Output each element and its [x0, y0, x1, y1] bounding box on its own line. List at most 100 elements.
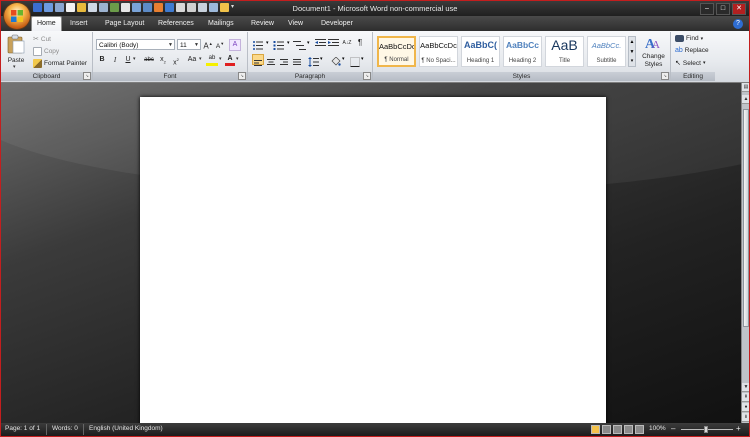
- scroll-down-arrow[interactable]: ▼: [742, 383, 749, 392]
- decrease-indent-button[interactable]: [314, 38, 326, 48]
- customize-qat-icon[interactable]: ▾: [231, 3, 240, 12]
- scroll-thumb[interactable]: [743, 109, 749, 327]
- underline-button[interactable]: U: [123, 55, 133, 65]
- vertical-scrollbar[interactable]: ▤ ▲ ▼ ⇞ ● ⇟: [741, 83, 749, 423]
- browse-object-icon[interactable]: ●: [742, 403, 749, 412]
- print-preview-icon[interactable]: [88, 3, 97, 12]
- tab-review[interactable]: Review: [251, 17, 274, 31]
- sort-button[interactable]: A↓Z: [341, 38, 353, 48]
- tab-developer[interactable]: Developer: [321, 17, 353, 31]
- open-folder-icon[interactable]: [77, 3, 86, 12]
- text-highlight-button[interactable]: ab: [206, 54, 218, 66]
- replace-button[interactable]: ab Replace: [675, 47, 709, 54]
- borders-dropdown-icon[interactable]: ▾: [361, 56, 364, 62]
- styles-more-icon[interactable]: ▾: [629, 57, 635, 66]
- italic-button[interactable]: I: [110, 55, 120, 65]
- wordart-icon[interactable]: [165, 3, 174, 12]
- clear-formatting-button[interactable]: A: [229, 39, 241, 51]
- table-icon[interactable]: [132, 3, 141, 12]
- picture-icon[interactable]: [143, 3, 152, 12]
- tab-page-layout[interactable]: Page Layout: [105, 17, 144, 31]
- zoom-level[interactable]: 100%: [649, 425, 666, 432]
- copy-button[interactable]: Copy: [33, 47, 59, 56]
- bold-button[interactable]: B: [97, 55, 107, 65]
- change-case-button[interactable]: Aa: [185, 55, 199, 65]
- word-count[interactable]: Words: 0: [52, 425, 78, 432]
- zoom-out-button[interactable]: –: [671, 424, 675, 433]
- cut-button[interactable]: ✂ Cut: [33, 35, 51, 44]
- show-hide-button[interactable]: ¶: [355, 38, 365, 48]
- office-button[interactable]: [4, 3, 30, 29]
- quick-print-icon[interactable]: [99, 3, 108, 12]
- scroll-up-arrow[interactable]: ▲: [742, 95, 749, 104]
- multilevel-dropdown-icon[interactable]: ▾: [307, 40, 310, 46]
- style-heading-2[interactable]: AaBbCc Heading 2: [503, 36, 542, 67]
- language-indicator[interactable]: English (United Kingdom): [89, 425, 163, 432]
- spelling-icon[interactable]: [110, 3, 119, 12]
- format-painter-button[interactable]: Format Painter: [33, 59, 87, 68]
- next-page-icon[interactable]: ⇟: [742, 413, 749, 422]
- shading-dropdown-icon[interactable]: ▾: [342, 56, 345, 62]
- ruler-toggle-icon[interactable]: ▤: [742, 83, 749, 92]
- style-normal[interactable]: AaBbCcDc ¶ Normal: [377, 36, 416, 67]
- redo-icon[interactable]: [55, 3, 64, 12]
- shading-button[interactable]: [330, 54, 342, 66]
- move-icon[interactable]: [198, 3, 207, 12]
- shrink-font-button[interactable]: A▼: [215, 39, 225, 50]
- increase-indent-button[interactable]: [327, 38, 339, 48]
- styles-scroll-down-icon[interactable]: ▼: [629, 47, 635, 57]
- pilcrow-icon[interactable]: [187, 3, 196, 12]
- minimize-button[interactable]: –: [700, 3, 714, 15]
- zoom-slider-thumb[interactable]: [704, 426, 708, 433]
- document-page[interactable]: [140, 97, 606, 423]
- new-document-icon[interactable]: [66, 3, 75, 12]
- borders-button[interactable]: [350, 54, 361, 67]
- numbering-dropdown-icon[interactable]: ▾: [287, 40, 290, 46]
- align-left-button[interactable]: [252, 54, 264, 66]
- outline-view-icon[interactable]: [624, 425, 633, 434]
- tab-view[interactable]: View: [288, 17, 303, 31]
- maximize-button[interactable]: □: [716, 3, 730, 15]
- style-title[interactable]: AaB Title: [545, 36, 584, 67]
- styles-dialog-launcher[interactable]: ↘: [661, 72, 669, 80]
- style-no-spacing[interactable]: AaBbCcDc ¶ No Spaci...: [419, 36, 458, 67]
- shapes-icon[interactable]: [154, 3, 163, 12]
- align-right-button[interactable]: [279, 54, 291, 65]
- font-name-combo[interactable]: Calibri (Body) ▼: [96, 39, 175, 50]
- font-color-button[interactable]: A: [225, 54, 235, 66]
- zoom-in-button[interactable]: +: [736, 424, 741, 433]
- style-subtitle[interactable]: AaBbCc. Subtitle: [587, 36, 626, 67]
- change-styles-button[interactable]: A A Change Styles: [639, 34, 668, 72]
- justify-button[interactable]: [292, 54, 304, 65]
- bullets-button[interactable]: [252, 38, 266, 50]
- change-case-dropdown-icon[interactable]: ▾: [199, 56, 202, 62]
- tab-mailings[interactable]: Mailings: [208, 17, 234, 31]
- strikethrough-button[interactable]: abc: [142, 55, 156, 65]
- close-button[interactable]: ✕: [732, 3, 746, 15]
- previous-page-icon[interactable]: ⇞: [742, 393, 749, 402]
- line-spacing-button[interactable]: [308, 54, 320, 67]
- full-screen-reading-icon[interactable]: [602, 425, 611, 434]
- web-layout-icon[interactable]: [613, 425, 622, 434]
- line-spacing-dropdown-icon[interactable]: ▾: [320, 56, 323, 62]
- email-icon[interactable]: [121, 3, 130, 12]
- save-icon[interactable]: [33, 3, 42, 12]
- tab-home[interactable]: Home: [31, 16, 62, 32]
- find-button[interactable]: Find ▾: [675, 35, 703, 42]
- style-heading-1[interactable]: AaBbC( Heading 1: [461, 36, 500, 67]
- font-dialog-launcher[interactable]: ↘: [238, 72, 246, 80]
- multilevel-list-button[interactable]: [293, 38, 307, 50]
- zoom-icon[interactable]: [209, 3, 218, 12]
- highlight-dropdown-icon[interactable]: ▾: [219, 56, 222, 62]
- symbol-icon[interactable]: [176, 3, 185, 12]
- subscript-button[interactable]: x2: [158, 55, 168, 65]
- help-icon[interactable]: ?: [733, 19, 743, 29]
- styles-scroll-up-icon[interactable]: ▲: [629, 37, 635, 47]
- paste-button[interactable]: Paste ▾: [5, 34, 27, 70]
- font-color-dropdown-icon[interactable]: ▾: [236, 56, 239, 62]
- undo-icon[interactable]: [44, 3, 53, 12]
- page-count[interactable]: Page: 1 of 1: [5, 425, 40, 432]
- underline-dropdown-icon[interactable]: ▾: [133, 56, 136, 62]
- tab-references[interactable]: References: [158, 17, 194, 31]
- clipboard-dialog-launcher[interactable]: ↘: [83, 72, 91, 80]
